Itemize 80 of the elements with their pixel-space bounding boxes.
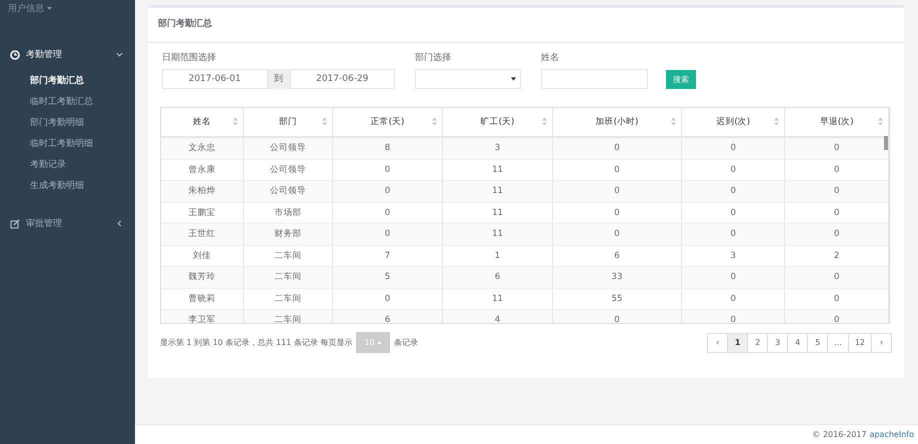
table-cell: 二车间 <box>244 266 332 288</box>
chevron-icon <box>116 220 123 227</box>
table-cell: 0 <box>681 180 785 202</box>
table-cell: 朱柏烨 <box>161 180 244 202</box>
page-button[interactable]: 4 <box>787 332 808 352</box>
table-cell: 魏芳玲 <box>161 266 244 288</box>
table-cell: 0 <box>681 310 785 323</box>
footer-link[interactable]: apacheInfo <box>870 430 914 439</box>
page-button[interactable]: 2 <box>747 332 768 352</box>
clock-icon <box>10 50 20 60</box>
submenu-item[interactable]: 考勤记录 <box>0 155 135 176</box>
table-cell: 0 <box>552 310 682 323</box>
submenu-item[interactable]: 部门考勤汇总 <box>0 71 135 92</box>
sort-icon <box>542 117 547 126</box>
edit-icon <box>10 218 20 228</box>
submenu-item[interactable]: 部门考勤明细 <box>0 113 135 134</box>
sort-icon <box>432 117 437 126</box>
table-cell: 0 <box>552 180 682 202</box>
sort-icon <box>878 117 883 126</box>
user-menu[interactable]: 用户信息 <box>0 0 60 17</box>
table-cell: 0 <box>552 224 682 245</box>
page-button[interactable]: 1 <box>727 332 748 352</box>
page-button[interactable]: ... <box>827 332 849 352</box>
submenu-item[interactable]: 临时工考勤汇总 <box>0 92 135 113</box>
table-cell: 0 <box>784 310 888 323</box>
table-cell: 11 <box>442 224 552 245</box>
table-cell: 0 <box>332 224 442 245</box>
copyright-text: © 2016-2017 <box>812 430 867 439</box>
panel-title: 部门考勤汇总 <box>148 8 904 43</box>
table-cell: 11 <box>442 180 552 202</box>
table-cell: 公司领导 <box>244 180 332 202</box>
caret-icon <box>377 341 382 344</box>
page-button[interactable]: 3 <box>767 332 788 352</box>
sort-icon <box>322 117 327 126</box>
caret-icon <box>511 77 516 81</box>
scrollbar-thumb[interactable] <box>884 136 888 150</box>
table-cell: 公司领导 <box>244 137 332 159</box>
submenu-item[interactable]: 生成考勤明细 <box>0 176 135 197</box>
pagination-info: 显示第 1 到第 10 条记录，总共 111 条记录 每页显示 <box>160 337 352 348</box>
table-cell: 0 <box>552 137 682 159</box>
sort-icon <box>774 117 780 126</box>
caret-icon <box>47 7 52 10</box>
menu-item[interactable]: 审批管理 <box>0 209 135 238</box>
sort-icon <box>233 117 238 126</box>
menu-item[interactable]: 考勤管理 <box>0 40 135 69</box>
table-cell: 0 <box>681 137 785 159</box>
department-select[interactable] <box>415 69 521 89</box>
page-button[interactable]: 12 <box>848 332 872 352</box>
chevron-icon <box>116 51 123 58</box>
sort-icon <box>670 117 676 126</box>
table-cell: 4 <box>442 310 552 323</box>
field-label: 部门选择 <box>415 52 452 64</box>
table-cell: 财务部 <box>244 224 332 245</box>
table-cell: 5 <box>332 266 442 288</box>
table-cell: 文永忠 <box>161 137 244 159</box>
table-cell: 8 <box>332 137 442 159</box>
table-cell: 33 <box>552 266 682 288</box>
name-input[interactable] <box>541 69 648 89</box>
table-cell: 0 <box>784 137 888 159</box>
table-cell: 0 <box>681 266 785 288</box>
date-input[interactable]: 2017-06-01 <box>162 69 268 89</box>
table-cell: 0 <box>681 224 785 245</box>
page-button[interactable]: 5 <box>807 332 828 352</box>
field-label: 姓名 <box>541 52 560 64</box>
table-cell: 6 <box>332 310 442 323</box>
table-cell: 3 <box>442 137 552 159</box>
date-input[interactable]: 2017-06-29 <box>290 69 395 89</box>
field-label: 日期范围选择 <box>162 52 217 64</box>
page-button[interactable]: › <box>871 332 892 352</box>
pagination-info: 条记录 <box>394 337 418 348</box>
table-cell: 0 <box>784 266 888 288</box>
table-cell: 6 <box>442 266 552 288</box>
table-cell: 0 <box>784 180 888 202</box>
range-separator: 到 <box>268 69 290 89</box>
table-cell: 王世红 <box>161 224 244 245</box>
table-cell: 0 <box>332 180 442 202</box>
page-button[interactable]: ‹ <box>707 332 728 352</box>
submenu-item[interactable]: 临时工考勤明细 <box>0 134 135 155</box>
table-cell: 二车间 <box>244 310 332 323</box>
table-cell: 0 <box>784 224 888 245</box>
